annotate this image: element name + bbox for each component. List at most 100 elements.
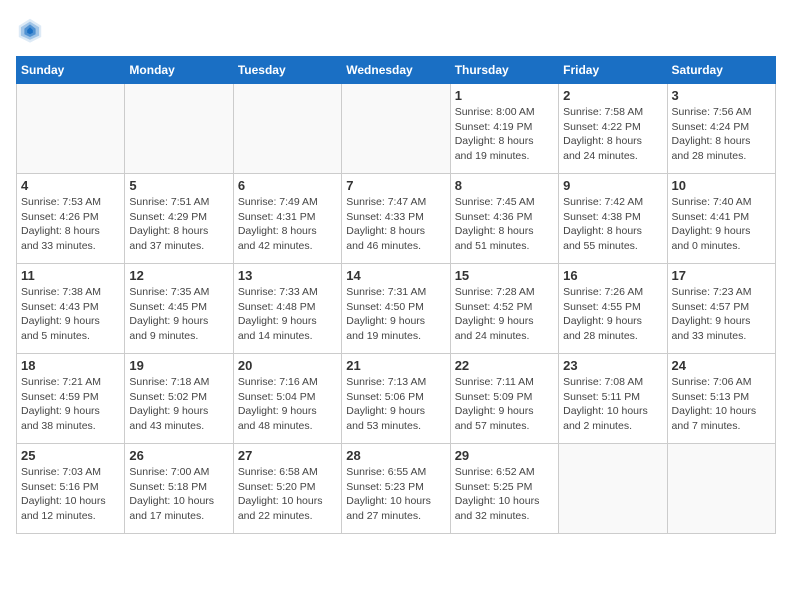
day-number: 19 [129, 358, 228, 373]
day-number: 12 [129, 268, 228, 283]
day-info: Sunrise: 7:06 AM Sunset: 5:13 PM Dayligh… [672, 375, 771, 434]
day-info: Sunrise: 7:49 AM Sunset: 4:31 PM Dayligh… [238, 195, 337, 254]
day-info: Sunrise: 7:23 AM Sunset: 4:57 PM Dayligh… [672, 285, 771, 344]
day-number: 20 [238, 358, 337, 373]
day-info: Sunrise: 7:47 AM Sunset: 4:33 PM Dayligh… [346, 195, 445, 254]
day-number: 15 [455, 268, 554, 283]
day-number: 10 [672, 178, 771, 193]
day-info: Sunrise: 7:58 AM Sunset: 4:22 PM Dayligh… [563, 105, 662, 164]
day-info: Sunrise: 6:52 AM Sunset: 5:25 PM Dayligh… [455, 465, 554, 524]
day-number: 14 [346, 268, 445, 283]
calendar-cell: 15 Sunrise: 7:28 AM Sunset: 4:52 PM Dayli… [450, 264, 558, 354]
day-info: Sunrise: 7:18 AM Sunset: 5:02 PM Dayligh… [129, 375, 228, 434]
day-number: 24 [672, 358, 771, 373]
calendar-cell: 3Sunrise: 7:56 AM Sunset: 4:24 PM Daylig… [667, 84, 775, 174]
calendar-cell: 26 Sunrise: 7:00 AM Sunset: 5:18 PM Dayli… [125, 444, 233, 534]
day-number: 16 [563, 268, 662, 283]
weekday-header-friday: Friday [559, 57, 667, 84]
day-number: 9 [563, 178, 662, 193]
weekday-header-thursday: Thursday [450, 57, 558, 84]
day-number: 2 [563, 88, 662, 103]
calendar-cell: 16Sunrise: 7:26 AM Sunset: 4:55 PM Dayli… [559, 264, 667, 354]
day-info: Sunrise: 7:56 AM Sunset: 4:24 PM Dayligh… [672, 105, 771, 164]
calendar-cell: 21 Sunrise: 7:13 AM Sunset: 5:06 PM Dayli… [342, 354, 450, 444]
day-number: 5 [129, 178, 228, 193]
calendar-cell: 4 Sunrise: 7:53 AM Sunset: 4:26 PM Daylig… [17, 174, 125, 264]
day-info: Sunrise: 7:21 AM Sunset: 4:59 PM Dayligh… [21, 375, 120, 434]
day-info: Sunrise: 7:28 AM Sunset: 4:52 PM Dayligh… [455, 285, 554, 344]
calendar-cell: 1 Sunrise: 8:00 AM Sunset: 4:19 PM Daylig… [450, 84, 558, 174]
week-row-2: 4 Sunrise: 7:53 AM Sunset: 4:26 PM Daylig… [17, 174, 776, 264]
calendar-cell: 14Sunrise: 7:31 AM Sunset: 4:50 PM Dayli… [342, 264, 450, 354]
day-info: Sunrise: 7:16 AM Sunset: 5:04 PM Dayligh… [238, 375, 337, 434]
calendar-cell [559, 444, 667, 534]
calendar-cell: 22 Sunrise: 7:11 AM Sunset: 5:09 PM Dayli… [450, 354, 558, 444]
week-row-1: 1 Sunrise: 8:00 AM Sunset: 4:19 PM Daylig… [17, 84, 776, 174]
day-number: 11 [21, 268, 120, 283]
logo [16, 16, 48, 44]
calendar-cell: 19 Sunrise: 7:18 AM Sunset: 5:02 PM Dayli… [125, 354, 233, 444]
day-number: 21 [346, 358, 445, 373]
day-number: 22 [455, 358, 554, 373]
day-number: 27 [238, 448, 337, 463]
weekday-header-row: SundayMondayTuesdayWednesdayThursdayFrid… [17, 57, 776, 84]
calendar-cell: 17 Sunrise: 7:23 AM Sunset: 4:57 PM Dayli… [667, 264, 775, 354]
weekday-header-monday: Monday [125, 57, 233, 84]
calendar-cell [342, 84, 450, 174]
day-number: 13 [238, 268, 337, 283]
day-info: Sunrise: 7:00 AM Sunset: 5:18 PM Dayligh… [129, 465, 228, 524]
calendar-cell [667, 444, 775, 534]
day-number: 29 [455, 448, 554, 463]
calendar-cell: 11Sunrise: 7:38 AM Sunset: 4:43 PM Dayli… [17, 264, 125, 354]
calendar-cell: 13 Sunrise: 7:33 AM Sunset: 4:48 PM Dayli… [233, 264, 341, 354]
day-info: Sunrise: 7:51 AM Sunset: 4:29 PM Dayligh… [129, 195, 228, 254]
day-info: Sunrise: 7:08 AM Sunset: 5:11 PM Dayligh… [563, 375, 662, 434]
day-info: Sunrise: 6:55 AM Sunset: 5:23 PM Dayligh… [346, 465, 445, 524]
calendar-cell: 23 Sunrise: 7:08 AM Sunset: 5:11 PM Dayli… [559, 354, 667, 444]
calendar-cell [233, 84, 341, 174]
calendar-cell: 25Sunrise: 7:03 AM Sunset: 5:16 PM Dayli… [17, 444, 125, 534]
day-info: Sunrise: 7:13 AM Sunset: 5:06 PM Dayligh… [346, 375, 445, 434]
week-row-5: 25Sunrise: 7:03 AM Sunset: 5:16 PM Dayli… [17, 444, 776, 534]
day-number: 25 [21, 448, 120, 463]
calendar-cell: 9Sunrise: 7:42 AM Sunset: 4:38 PM Daylig… [559, 174, 667, 264]
day-info: Sunrise: 7:35 AM Sunset: 4:45 PM Dayligh… [129, 285, 228, 344]
day-number: 17 [672, 268, 771, 283]
calendar-cell: 28 Sunrise: 6:55 AM Sunset: 5:23 PM Dayli… [342, 444, 450, 534]
day-number: 18 [21, 358, 120, 373]
day-info: Sunrise: 7:45 AM Sunset: 4:36 PM Dayligh… [455, 195, 554, 254]
weekday-header-saturday: Saturday [667, 57, 775, 84]
day-number: 1 [455, 88, 554, 103]
day-info: Sunrise: 8:00 AM Sunset: 4:19 PM Dayligh… [455, 105, 554, 164]
day-number: 28 [346, 448, 445, 463]
weekday-header-sunday: Sunday [17, 57, 125, 84]
day-number: 4 [21, 178, 120, 193]
calendar-table: SundayMondayTuesdayWednesdayThursdayFrid… [16, 56, 776, 534]
calendar-cell: 18 Sunrise: 7:21 AM Sunset: 4:59 PM Dayli… [17, 354, 125, 444]
day-number: 26 [129, 448, 228, 463]
day-info: Sunrise: 7:33 AM Sunset: 4:48 PM Dayligh… [238, 285, 337, 344]
weekday-header-wednesday: Wednesday [342, 57, 450, 84]
day-number: 6 [238, 178, 337, 193]
day-info: Sunrise: 6:58 AM Sunset: 5:20 PM Dayligh… [238, 465, 337, 524]
day-number: 8 [455, 178, 554, 193]
calendar-cell: 10 Sunrise: 7:40 AM Sunset: 4:41 PM Dayli… [667, 174, 775, 264]
calendar-cell: 29 Sunrise: 6:52 AM Sunset: 5:25 PM Dayli… [450, 444, 558, 534]
calendar-cell [17, 84, 125, 174]
calendar-cell: 20 Sunrise: 7:16 AM Sunset: 5:04 PM Dayli… [233, 354, 341, 444]
calendar-cell: 6 Sunrise: 7:49 AM Sunset: 4:31 PM Daylig… [233, 174, 341, 264]
logo-icon [16, 16, 44, 44]
day-info: Sunrise: 7:40 AM Sunset: 4:41 PM Dayligh… [672, 195, 771, 254]
calendar-cell: 7 Sunrise: 7:47 AM Sunset: 4:33 PM Daylig… [342, 174, 450, 264]
week-row-4: 18 Sunrise: 7:21 AM Sunset: 4:59 PM Dayli… [17, 354, 776, 444]
day-number: 23 [563, 358, 662, 373]
calendar-cell: 12 Sunrise: 7:35 AM Sunset: 4:45 PM Dayli… [125, 264, 233, 354]
calendar-cell [125, 84, 233, 174]
calendar-cell: 8 Sunrise: 7:45 AM Sunset: 4:36 PM Daylig… [450, 174, 558, 264]
day-info: Sunrise: 7:11 AM Sunset: 5:09 PM Dayligh… [455, 375, 554, 434]
calendar-cell: 24 Sunrise: 7:06 AM Sunset: 5:13 PM Dayli… [667, 354, 775, 444]
day-number: 7 [346, 178, 445, 193]
day-info: Sunrise: 7:53 AM Sunset: 4:26 PM Dayligh… [21, 195, 120, 254]
page-header [16, 16, 776, 44]
calendar-cell: 27 Sunrise: 6:58 AM Sunset: 5:20 PM Dayli… [233, 444, 341, 534]
